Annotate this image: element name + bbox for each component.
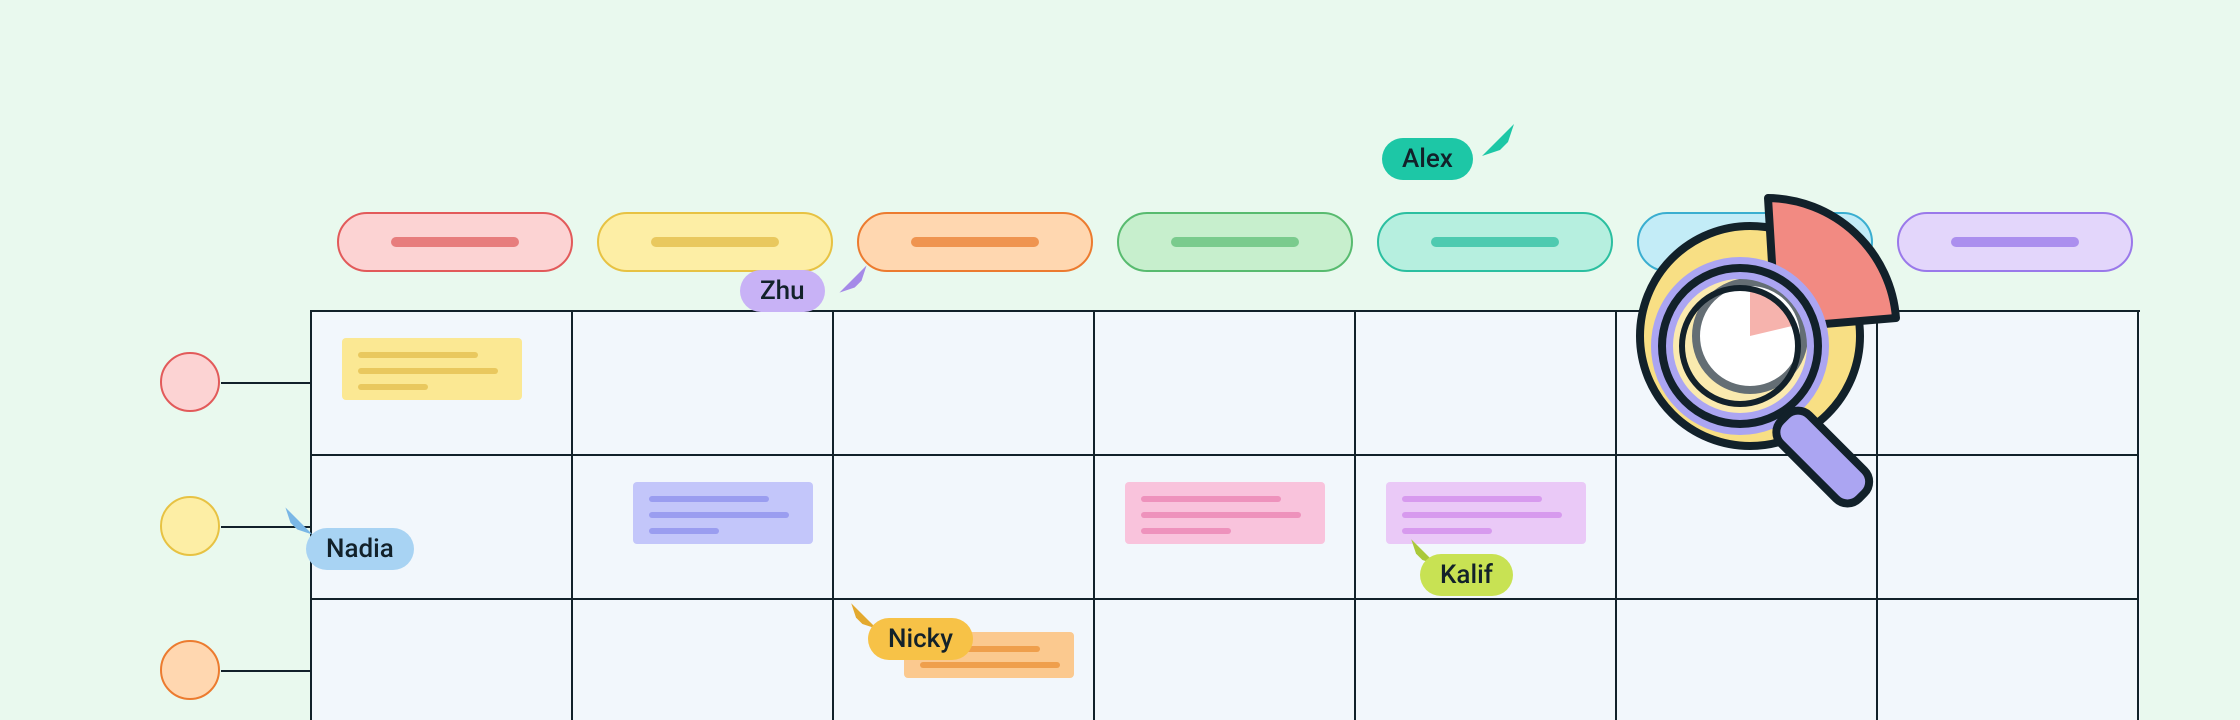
row-marker-3	[160, 640, 220, 700]
grid-cell[interactable]	[1878, 600, 2139, 720]
grid-cell[interactable]	[573, 456, 834, 600]
user-cursor-label: Nadia	[306, 528, 414, 570]
grid-cell[interactable]	[1356, 312, 1617, 456]
card-text-line	[1402, 512, 1562, 518]
column-header-5	[1377, 212, 1613, 272]
content-card[interactable]	[1386, 482, 1586, 544]
column-header-stripe	[911, 237, 1039, 247]
pie-chart-magnifier-icon	[1600, 186, 1940, 526]
user-cursor-label: Alex	[1382, 138, 1473, 180]
cursor-arrow-icon	[282, 504, 316, 538]
column-header-1	[337, 212, 573, 272]
row-connector	[221, 670, 310, 672]
grid-cell[interactable]	[573, 312, 834, 456]
analytics-illustration	[1600, 186, 1930, 516]
content-card[interactable]	[342, 338, 522, 400]
illustration-canvas: Alex Zhu Nadia Kalif Nicky	[0, 0, 2240, 720]
row-connector	[221, 382, 310, 384]
card-text-line	[358, 368, 498, 374]
card-text-line	[1141, 528, 1231, 534]
user-cursor-label: Nicky	[868, 618, 973, 660]
grid-cell[interactable]	[1095, 600, 1356, 720]
column-header-stripe	[1171, 237, 1299, 247]
cursor-arrow-icon	[836, 262, 870, 296]
card-text-line	[358, 352, 478, 358]
grid-cell[interactable]	[573, 600, 834, 720]
cursor-arrow-icon	[1478, 120, 1518, 160]
card-text-line	[649, 528, 719, 534]
card-text-line	[649, 512, 789, 518]
grid-cell[interactable]	[1095, 312, 1356, 456]
grid-cell[interactable]	[1095, 456, 1356, 600]
user-cursor-label: Kalif	[1420, 554, 1513, 596]
card-text-line	[920, 662, 1060, 668]
column-header-stripe	[651, 237, 779, 247]
column-header-stripe	[1431, 237, 1559, 247]
row-marker-1	[160, 352, 220, 412]
column-header-stripe	[1951, 237, 2079, 247]
row-marker-2	[160, 496, 220, 556]
column-header-stripe	[391, 237, 519, 247]
content-card[interactable]	[1125, 482, 1325, 544]
grid-cell[interactable]	[1356, 600, 1617, 720]
column-header-4	[1117, 212, 1353, 272]
card-text-line	[1402, 496, 1542, 502]
card-text-line	[649, 496, 769, 502]
grid-cell[interactable]	[1617, 600, 1878, 720]
user-cursor-label: Zhu	[740, 270, 825, 312]
grid-cell[interactable]	[312, 312, 573, 456]
column-header-2	[597, 212, 833, 272]
grid-cell[interactable]	[834, 456, 1095, 600]
column-header-3	[857, 212, 1093, 272]
grid-cell[interactable]	[312, 600, 573, 720]
card-text-line	[1402, 528, 1492, 534]
content-card[interactable]	[633, 482, 813, 544]
card-text-line	[1141, 512, 1301, 518]
card-text-line	[358, 384, 428, 390]
grid-cell[interactable]	[834, 312, 1095, 456]
card-text-line	[1141, 496, 1281, 502]
